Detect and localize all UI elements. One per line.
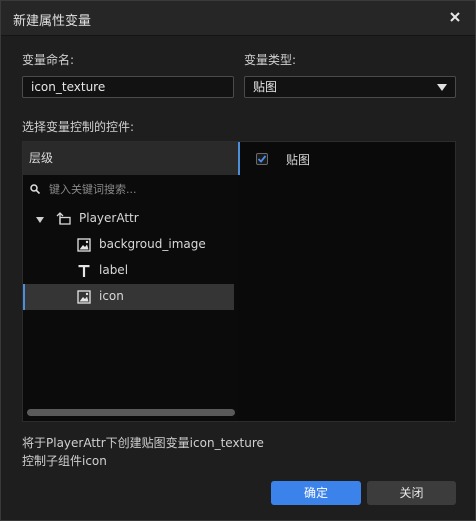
tree-node-icon[interactable]: icon — [23, 284, 234, 310]
variable-type-value: 贴图 — [253, 80, 278, 94]
dropdown-arrow-icon — [437, 84, 447, 91]
dialog-title: 新建属性变量 — [13, 14, 92, 29]
tree-node-backgroud-image[interactable]: backgroud_image — [23, 232, 234, 258]
control-selection-panel: 层级 键入关键词搜索... PlayerAttr backgroud_image… — [22, 141, 456, 422]
variable-name-input[interactable] — [22, 76, 234, 98]
expand-triangle-icon[interactable] — [35, 214, 45, 224]
close-icon[interactable] — [445, 7, 465, 27]
texture-checkbox-label: 贴图 — [286, 153, 311, 167]
panel-node-icon — [56, 212, 71, 226]
new-property-variable-dialog: 新建属性变量 变量命名: 变量类型: 贴图 选择变量控制的控件: 层级 — [0, 0, 476, 521]
tree-node-playerattr[interactable]: PlayerAttr — [23, 206, 234, 232]
hierarchy-search — [23, 175, 238, 201]
search-icon — [30, 183, 41, 195]
controls-label: 选择变量控制的控件: — [22, 120, 135, 134]
horizontal-scrollbar[interactable] — [27, 409, 235, 416]
hierarchy-header: 层级 — [23, 142, 238, 175]
title-bar: 新建属性变量 — [1, 1, 475, 36]
tree-node-label: icon — [99, 289, 124, 303]
tree-node-label[interactable]: label — [23, 258, 234, 284]
variable-type-select[interactable]: 贴图 — [244, 76, 456, 98]
texture-checkbox[interactable] — [256, 153, 268, 165]
tree-node-label: backgroud_image — [99, 237, 206, 251]
image-icon — [77, 290, 91, 304]
info-line-1: 将于PlayerAttr下创建贴图变量icon_texture — [22, 436, 264, 450]
info-line-2: 控制子组件icon — [22, 454, 107, 468]
variable-type-label: 变量类型: — [244, 53, 297, 67]
confirm-button[interactable]: 确定 — [271, 481, 361, 505]
tree-node-label-text: label — [99, 263, 129, 277]
image-icon — [77, 238, 91, 252]
hierarchy-search-input[interactable] — [47, 178, 231, 200]
property-pane: 贴图 — [240, 142, 455, 421]
variable-name-label: 变量命名: — [22, 53, 75, 67]
close-button[interactable]: 关闭 — [367, 481, 456, 505]
text-icon — [77, 264, 91, 278]
tree-node-label: PlayerAttr — [79, 211, 139, 225]
hierarchy-pane: 层级 键入关键词搜索... PlayerAttr backgroud_image… — [23, 142, 238, 421]
